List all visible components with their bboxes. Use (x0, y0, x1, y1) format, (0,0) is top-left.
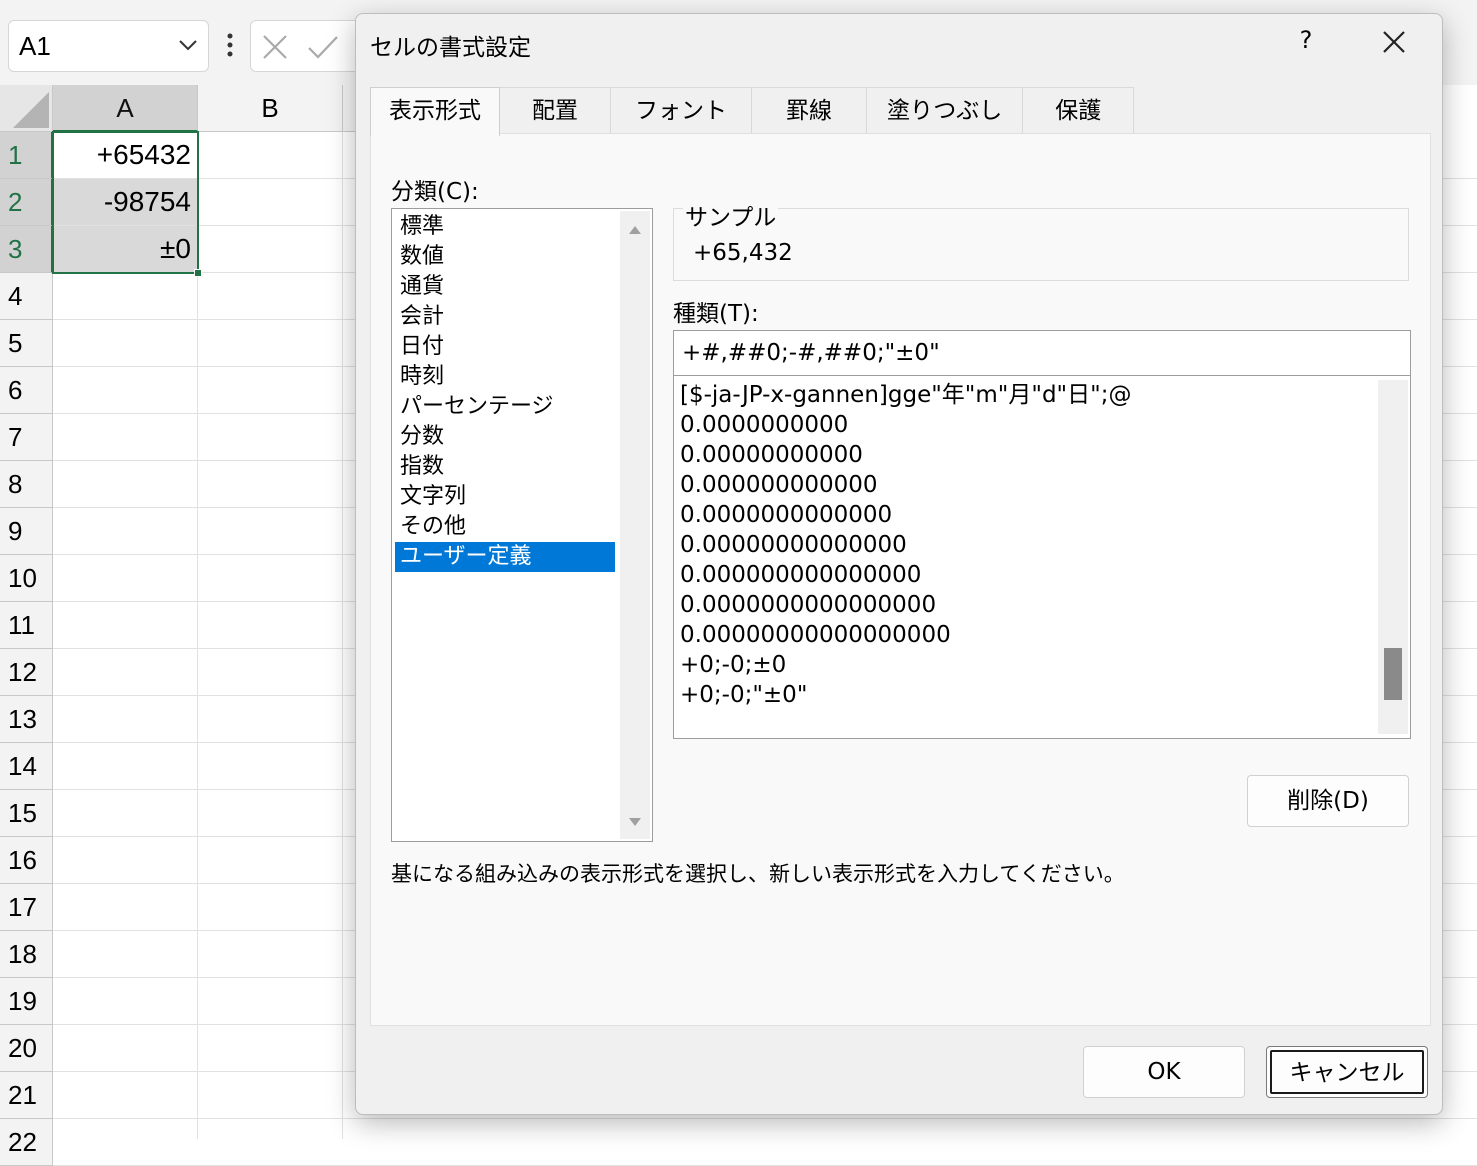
tab-number[interactable]: 表示形式 (370, 87, 500, 136)
row-header[interactable]: 17 (0, 884, 53, 931)
format-code-item[interactable]: 0.0000000000 (680, 410, 848, 440)
format-code-list[interactable]: [$-ja-JP-x-gannen]gge"年"m"月"d"日";@ 0.0000… (673, 375, 1411, 739)
row-header[interactable]: 6 (0, 367, 53, 414)
row-header[interactable]: 1 (0, 132, 53, 179)
fill-handle[interactable] (194, 269, 202, 277)
category-item[interactable]: 指数 (395, 452, 615, 482)
row-header[interactable]: 13 (0, 696, 53, 743)
format-list-scrollbar[interactable] (1378, 380, 1408, 734)
sample-label: サンプル (683, 198, 779, 232)
format-code-item[interactable]: 0.00000000000000000 (680, 620, 951, 650)
tab-bar: 表示形式 配置 フォント 罫線 塗りつぶし 保護 (370, 87, 1135, 136)
scroll-up-icon[interactable] (628, 225, 642, 235)
category-item[interactable]: 数値 (395, 242, 615, 272)
select-all-corner[interactable] (0, 85, 53, 132)
row-header[interactable]: 20 (0, 1025, 53, 1072)
cancel-entry-icon[interactable] (261, 33, 289, 61)
category-item[interactable]: ユーザー定義 (395, 542, 615, 572)
cancel-button-label: キャンセル (1270, 1050, 1424, 1094)
row-header[interactable]: 21 (0, 1072, 53, 1119)
row-header[interactable]: 7 (0, 414, 53, 461)
format-cells-dialog: セルの書式設定 ? 表示形式 配置 フォント 罫線 塗りつぶし 保護 分類(C)… (355, 13, 1443, 1115)
sample-value: +65,432 (693, 240, 793, 266)
row-header[interactable]: 16 (0, 837, 53, 884)
tab-alignment[interactable]: 配置 (499, 87, 611, 134)
row-header[interactable]: 5 (0, 320, 53, 367)
row-header[interactable]: 22 (0, 1119, 53, 1166)
row-header[interactable]: 3 (0, 226, 53, 273)
tab-font[interactable]: フォント (610, 87, 752, 134)
category-item[interactable]: 会計 (395, 302, 615, 332)
name-box-value: A1 (19, 31, 51, 61)
number-format-panel: 分類(C): 標準 数値 通貨 会計 日付 時刻 パーセンテージ 分数 指数 文字列 その他 ユーザー… (370, 133, 1431, 1026)
row-header[interactable]: 8 (0, 461, 53, 508)
dialog-title: セルの書式設定 (370, 35, 531, 61)
column-header-b[interactable]: B (198, 85, 343, 132)
format-code-item[interactable]: 0.0000000000000 (680, 500, 892, 530)
name-box[interactable]: A1 (8, 20, 209, 72)
tab-protection[interactable]: 保護 (1022, 87, 1135, 134)
row-header[interactable]: 15 (0, 790, 53, 837)
category-label: 分類(C): (391, 179, 479, 205)
category-list[interactable]: 標準 数値 通貨 会計 日付 時刻 パーセンテージ 分数 指数 文字列 その他 ユーザー定義 (391, 208, 653, 842)
formula-buttons (250, 20, 370, 72)
close-icon[interactable] (1376, 24, 1412, 60)
row-header[interactable]: 18 (0, 931, 53, 978)
category-scrollbar[interactable] (620, 211, 650, 839)
instruction-text: 基になる組み込みの表示形式を選択し、新しい表示形式を入力してください。 (391, 862, 1125, 886)
row-header[interactable]: 2 (0, 179, 53, 226)
delete-button[interactable]: 削除(D) (1247, 775, 1409, 827)
cell-a1[interactable]: +65432 (54, 132, 197, 178)
category-item[interactable]: 文字列 (395, 482, 615, 512)
format-code-item[interactable]: 0.000000000000 (680, 470, 878, 500)
scroll-down-icon[interactable] (628, 817, 642, 827)
row-header[interactable]: 19 (0, 978, 53, 1025)
row-header[interactable]: 4 (0, 273, 53, 320)
format-code-item[interactable]: 0.00000000000000 (680, 530, 907, 560)
tab-border[interactable]: 罫線 (751, 87, 867, 134)
chevron-down-icon[interactable] (176, 33, 200, 57)
category-item[interactable]: 分数 (395, 422, 615, 452)
category-item[interactable]: その他 (395, 512, 615, 542)
category-item[interactable]: 通貨 (395, 272, 615, 302)
tab-fill[interactable]: 塗りつぶし (866, 87, 1024, 134)
type-label: 種類(T): (673, 301, 759, 327)
cancel-button[interactable]: キャンセル (1266, 1046, 1428, 1098)
cell-a2[interactable]: -98754 (54, 179, 197, 225)
cell-a3[interactable]: ±0 (54, 226, 197, 272)
row-header[interactable]: 11 (0, 602, 53, 649)
format-code-item[interactable]: +0;-0;±0 (680, 650, 786, 680)
row-header[interactable]: 10 (0, 555, 53, 602)
category-item[interactable]: 標準 (395, 212, 615, 242)
type-input[interactable]: +#,##0;-#,##0;"±0" (673, 330, 1411, 376)
row-header[interactable]: 14 (0, 743, 53, 790)
category-item[interactable]: 日付 (395, 332, 615, 362)
row-header[interactable]: 9 (0, 508, 53, 555)
category-item[interactable]: 時刻 (395, 362, 615, 392)
column-header-a[interactable]: A (53, 85, 198, 132)
ok-button[interactable]: OK (1083, 1046, 1245, 1098)
format-code-item[interactable]: 0.000000000000000 (680, 560, 921, 590)
scroll-thumb[interactable] (1384, 648, 1402, 700)
format-code-item[interactable]: +0;-0;"±0" (680, 680, 807, 710)
category-item[interactable]: パーセンテージ (395, 392, 615, 422)
format-code-item[interactable]: 0.0000000000000000 (680, 590, 936, 620)
help-button[interactable]: ? (1291, 26, 1321, 56)
format-code-item[interactable]: [$-ja-JP-x-gannen]gge"年"m"月"d"日";@ (680, 380, 1131, 410)
more-options-icon[interactable] (222, 30, 238, 60)
enter-check-icon[interactable] (307, 33, 339, 61)
format-code-item[interactable]: 0.00000000000 (680, 440, 863, 470)
row-header[interactable]: 12 (0, 649, 53, 696)
